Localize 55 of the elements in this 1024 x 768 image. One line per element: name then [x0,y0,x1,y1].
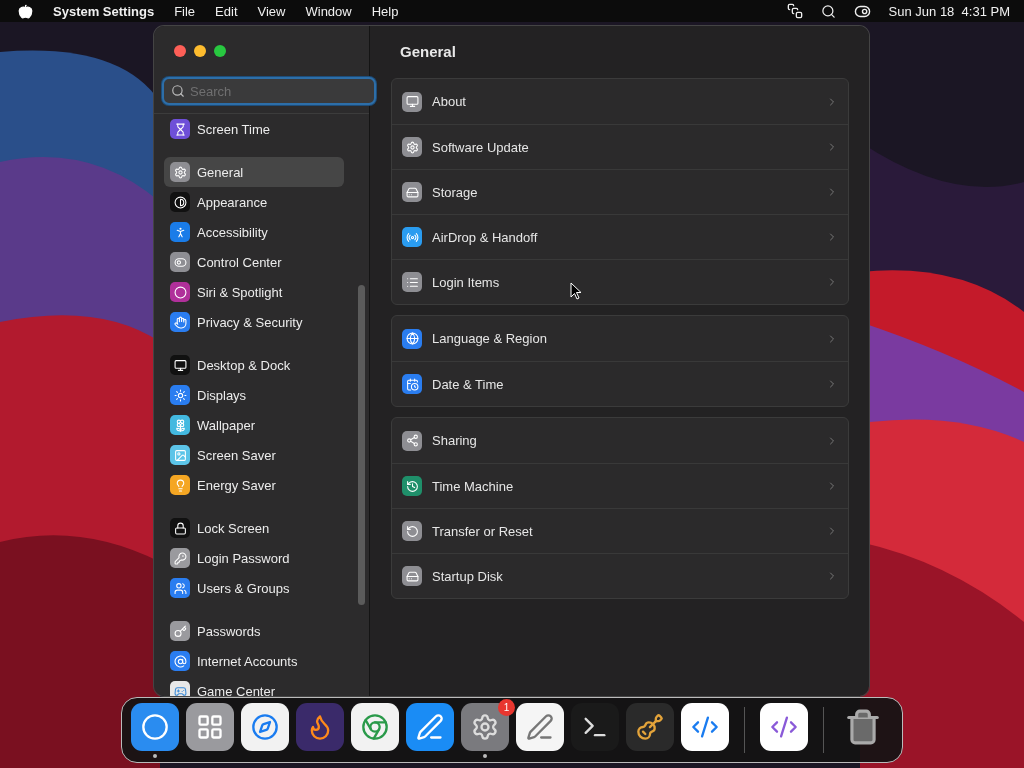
minimize-button[interactable] [194,45,206,57]
flame-icon[interactable] [296,702,344,751]
sidebar-item[interactable]: Lock Screen [164,513,344,543]
menu-item[interactable]: View [257,3,286,19]
menu-item[interactable]: File [174,3,196,19]
search-icon[interactable] [820,3,836,19]
code-icon[interactable] [681,702,729,751]
page-title: General [400,43,457,60]
sidebar-item[interactable]: Passwords [164,616,344,646]
sidebar-item[interactable]: Control Center [164,247,344,277]
grid-icon[interactable] [186,702,234,751]
settings-row[interactable]: Time Machine [392,463,848,508]
settings-row[interactable]: Storage [392,169,848,214]
sidebar-item[interactable]: Siri & Spotlight [164,277,344,307]
menu-item[interactable]: Edit [215,3,238,19]
settings-row[interactable]: Language & Region [392,316,848,361]
settings-row[interactable]: About [392,79,848,124]
sidebar-item[interactable]: General [164,157,344,187]
sidebar-item[interactable]: Users & Groups [164,573,344,603]
sidebar-item[interactable]: Displays [164,380,344,410]
settings-row[interactable]: Transfer or Reset [392,508,848,553]
menu-item[interactable]: Window [305,3,352,19]
code-icon[interactable] [760,702,808,751]
sidebar-item[interactable]: Accessibility [164,217,344,247]
notepad-icon[interactable] [516,702,564,751]
apple-logo-icon[interactable] [18,3,33,19]
zoom-button[interactable] [214,45,226,57]
settings-row[interactable]: Sharing [392,418,848,463]
terminal-icon[interactable] [571,702,619,751]
guitar-icon[interactable] [626,702,674,751]
sidebar-item[interactable]: Internet Accounts [164,646,344,676]
clock[interactable]: Sun Jun 18 4:31 PM [888,3,1010,19]
menu-item[interactable]: Help [371,3,399,19]
app-menu[interactable]: System Settings [53,3,155,19]
chrome-icon[interactable] [351,702,399,751]
scrollbar[interactable] [358,285,365,605]
settings-row[interactable]: Date & Time [392,361,848,406]
sidebar-item[interactable]: Wallpaper [164,410,344,440]
sidebar-item[interactable]: Screen Time [164,114,344,144]
sidebar-item[interactable]: Appearance [164,187,344,217]
close-button[interactable] [174,45,186,57]
search-icon [171,84,185,98]
gear-icon[interactable] [461,702,509,751]
sidebar-item[interactable]: Login Password [164,543,344,573]
sidebar-item[interactable]: Screen Saver [164,440,344,470]
settings-row[interactable]: Startup Disk [392,553,848,598]
sidebar-item[interactable]: Energy Saver [164,470,344,500]
settings-row[interactable]: Software Update [392,124,848,169]
sidebar-item[interactable]: Desktop & Dock [164,350,344,380]
windows-icon[interactable] [786,3,803,19]
notification-badge: 1 [498,698,515,716]
settings-row[interactable]: AirDrop & Handoff [392,214,848,259]
compass-icon[interactable] [241,702,289,751]
sidebar-item[interactable]: Privacy & Security [164,307,344,337]
pointer-icon [570,282,582,300]
